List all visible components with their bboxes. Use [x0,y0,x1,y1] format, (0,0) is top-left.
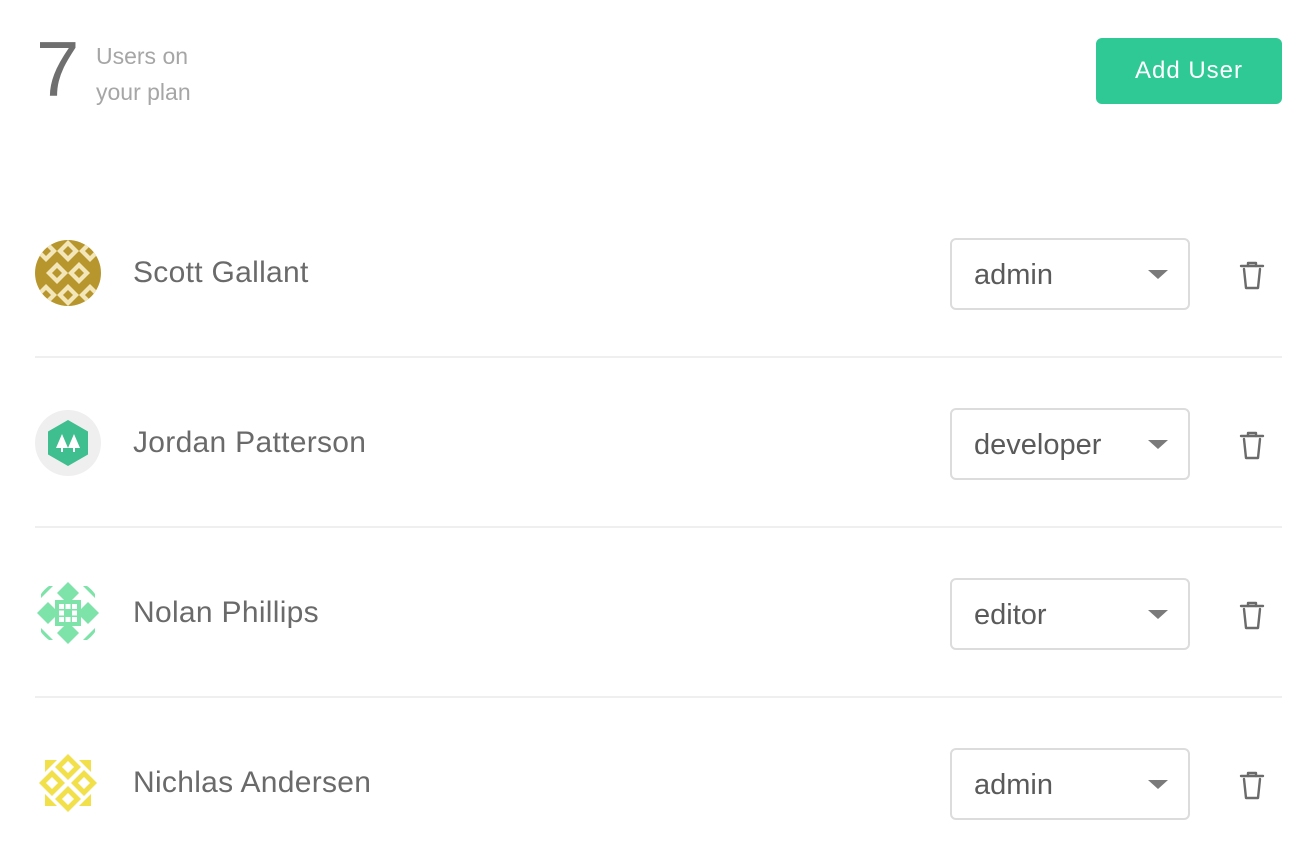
user-list: Scott Gallant admin Jordan Patterson dev… [35,188,1282,866]
user-row: Jordan Patterson developer [35,358,1282,528]
role-value: admin [974,769,1053,801]
trash-icon[interactable] [1235,768,1269,802]
role-select[interactable]: admin [950,748,1190,820]
yellow-pattern-avatar [35,750,101,816]
plan-label: Users on your plan [96,38,256,110]
caret-down-icon [1148,270,1168,279]
trash-icon[interactable] [1235,428,1269,462]
add-user-button[interactable]: Add User [1096,38,1282,104]
gold-pattern-avatar [35,240,101,306]
user-name: Nichlas Andersen [133,766,372,799]
trash-icon[interactable] [1235,598,1269,632]
user-name: Nolan Phillips [133,596,319,629]
role-select[interactable]: developer [950,408,1190,480]
role-value: editor [974,599,1047,631]
caret-down-icon [1148,610,1168,619]
user-row: Scott Gallant admin [35,188,1282,358]
plan-label-line1: Users on [96,43,189,69]
plan-label-line2: your plan [96,79,191,105]
user-name: Scott Gallant [133,256,309,289]
role-select[interactable]: admin [950,238,1190,310]
caret-down-icon [1148,440,1168,449]
role-value: admin [974,259,1053,291]
user-count: 7 [36,25,80,113]
user-row: Nolan Phillips editor [35,528,1282,698]
green-hexagon-trees-avatar [35,410,101,476]
plan-summary: 7 Users on your plan [36,30,256,110]
caret-down-icon [1148,780,1168,789]
user-row: Nichlas Andersen admin [35,698,1282,866]
trash-icon[interactable] [1235,258,1269,292]
role-select[interactable]: editor [950,578,1190,650]
green-pattern-avatar [35,580,101,646]
user-name: Jordan Patterson [133,426,367,459]
role-value: developer [974,429,1102,461]
